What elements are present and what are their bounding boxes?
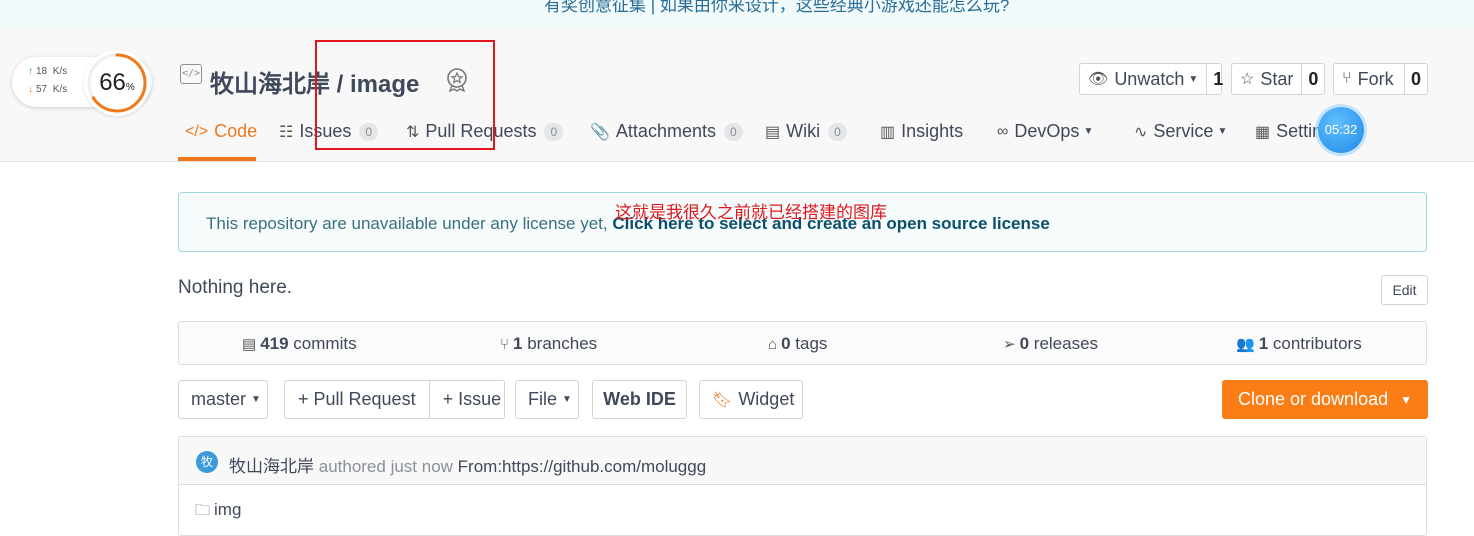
tag-icon: ⌂ <box>768 336 778 353</box>
chevron-down-icon: ▼ <box>1400 392 1412 407</box>
send-icon: ➢ <box>1003 336 1016 353</box>
clone-or-download-button[interactable]: Clone or download ▼ <box>1222 380 1428 419</box>
fork-count[interactable]: 0 <box>1403 64 1427 94</box>
commit-summary: 牧山海北岸 authored just now From:https://git… <box>229 452 706 477</box>
infinity-icon: ∞ <box>997 122 1009 140</box>
folder-icon: 🗀 <box>195 502 211 519</box>
active-tab-indicator <box>178 157 256 161</box>
pull-requests-count: 0 <box>544 122 564 141</box>
commit-icon: ▤ <box>242 336 257 353</box>
users-icon: 👥 <box>1236 336 1255 353</box>
releases-stat[interactable]: ➢ 0 releases <box>1003 334 1098 354</box>
branch-select[interactable]: master ▼ <box>178 380 268 419</box>
announcement-banner[interactable]: 有奖创意征集 | 如果由你来设计，这些经典小游戏还能怎么玩? <box>0 0 1474 29</box>
unwatch-button[interactable]: 👁 Unwatch ▼ 1 <box>1079 63 1223 95</box>
chevron-down-icon: ▼ <box>562 394 572 405</box>
create-group: + Pull Request + Issue <box>284 380 505 419</box>
latest-commit-header: 牧 牧山海北岸 authored just now From:https://g… <box>179 437 1426 485</box>
widget-button[interactable]: 🔖︎ Widget <box>699 380 803 419</box>
chevron-down-icon: ▼ <box>1217 126 1228 137</box>
settings-doc-icon: ▦ <box>1255 123 1271 141</box>
bar-chart-icon: ▥ <box>880 123 896 141</box>
new-issue-button[interactable]: + Issue <box>428 381 515 418</box>
tab-devops[interactable]: ∞ DevOps ▼ <box>997 121 1093 142</box>
contributors-stat[interactable]: 👥 1 contributors <box>1236 334 1362 354</box>
repo-owner-link[interactable]: 牧山海北岸 <box>210 71 330 98</box>
readme-content: Nothing here. <box>178 277 293 298</box>
file-list-item[interactable]: 🗀 img <box>195 500 241 525</box>
attachments-count: 0 <box>723 122 743 141</box>
repo-title: 牧山海北岸 / image <box>210 64 419 99</box>
upload-speed: ↑ 18 K/s <box>28 66 68 77</box>
pull-request-icon: ⇅ <box>406 123 420 141</box>
repo-separator: / <box>336 71 344 98</box>
folder-name[interactable]: img <box>214 500 241 519</box>
latest-commit-panel: 牧 牧山海北岸 authored just now From:https://g… <box>178 436 1427 536</box>
tags-stat[interactable]: ⌂ 0 tags <box>768 334 827 354</box>
tab-issues[interactable]: ☷ Issues 0 <box>279 121 379 142</box>
issues-count: 0 <box>359 122 379 141</box>
code-icon: </> <box>185 122 209 140</box>
annotation-text: 这就是我很久之前就已经搭建的图库 <box>615 203 887 223</box>
download-speed: ↓ 57 K/s <box>28 84 68 95</box>
chevron-down-icon: ▼ <box>251 394 261 405</box>
commits-stat[interactable]: ▤ 419 commits <box>242 334 357 354</box>
fork-icon: ⑂ <box>1342 70 1352 87</box>
repo-stats-bar: ▤ 419 commits ⑂ 1 branches ⌂ 0 tags ➢ 0 rele… <box>178 321 1427 365</box>
tab-code[interactable]: </> Code <box>185 121 257 142</box>
branches-stat[interactable]: ⑂ 1 branches <box>500 334 597 354</box>
watch-count[interactable]: 1 <box>1206 64 1229 94</box>
bookmark-icon: 🔖︎ <box>712 391 733 409</box>
book-icon: ▤ <box>765 123 781 141</box>
code-bracket-icon: </> <box>180 64 202 84</box>
commit-author-link[interactable]: 牧山海北岸 <box>229 457 314 476</box>
floating-clock-widget[interactable]: 05:32 <box>1318 107 1364 153</box>
cpu-gauge[interactable]: 66% <box>84 50 150 116</box>
download-arrow-icon: ↓ <box>28 84 33 95</box>
commit-time: authored just now <box>318 457 453 476</box>
branch-icon: ⑂ <box>500 336 510 353</box>
file-dropdown[interactable]: File ▼ <box>515 380 579 419</box>
edit-readme-button[interactable]: Edit <box>1381 275 1428 305</box>
wiki-count: 0 <box>828 122 847 141</box>
award-badge-icon[interactable] <box>444 66 470 92</box>
star-icon: ☆ <box>1240 71 1255 88</box>
chevron-down-icon: ▼ <box>1083 126 1094 137</box>
star-button[interactable]: ☆ Star 0 <box>1231 63 1325 95</box>
avatar[interactable]: 牧 <box>196 451 218 473</box>
eye-icon: 👁 <box>1088 71 1109 88</box>
tab-pull-requests[interactable]: ⇅ Pull Requests 0 <box>406 121 564 142</box>
gauge-percent: 66% <box>99 69 135 96</box>
commit-message-link[interactable]: From:https://github.com/moluggg <box>458 457 707 476</box>
tab-attachments[interactable]: 📎 Attachments 0 <box>590 121 743 142</box>
web-ide-button[interactable]: Web IDE <box>592 380 687 419</box>
pulse-icon: ∿ <box>1134 123 1148 141</box>
repo-name-link[interactable]: image <box>350 71 419 98</box>
tab-settings[interactable]: ▦ Settin <box>1255 121 1322 142</box>
announcement-text[interactable]: 有奖创意征集 | 如果由你来设计，这些经典小游戏还能怎么玩? <box>544 0 1009 16</box>
upload-arrow-icon: ↑ <box>28 66 33 77</box>
paperclip-icon: 📎 <box>590 123 610 141</box>
new-pull-request-button[interactable]: + Pull Request <box>285 381 429 418</box>
tab-wiki[interactable]: ▤ Wiki 0 <box>765 121 847 142</box>
star-count[interactable]: 0 <box>1301 64 1324 94</box>
chevron-down-icon: ▼ <box>1188 73 1199 85</box>
issues-icon: ☷ <box>279 123 294 141</box>
tab-service[interactable]: ∿ Service ▼ <box>1134 121 1227 142</box>
fork-button[interactable]: ⑂ Fork 0 <box>1333 63 1428 95</box>
tab-insights[interactable]: ▥ Insights <box>880 121 963 142</box>
